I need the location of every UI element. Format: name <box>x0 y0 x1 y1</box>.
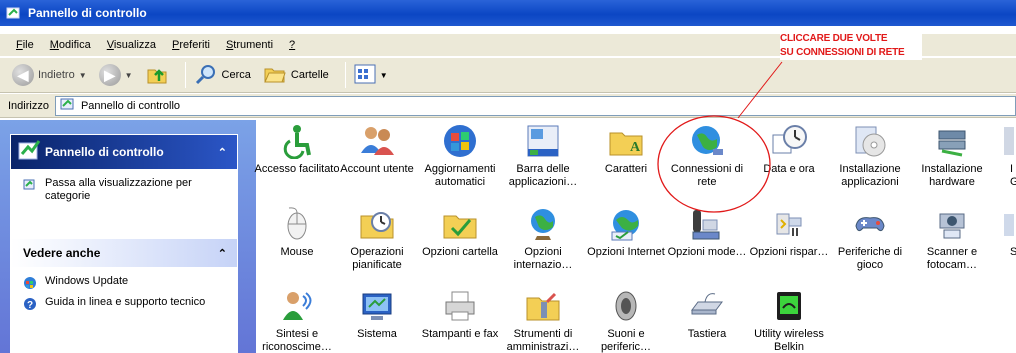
annotation-overlay <box>657 61 783 213</box>
annotation-circle <box>657 115 771 213</box>
annotation-pointer-line <box>737 61 783 119</box>
